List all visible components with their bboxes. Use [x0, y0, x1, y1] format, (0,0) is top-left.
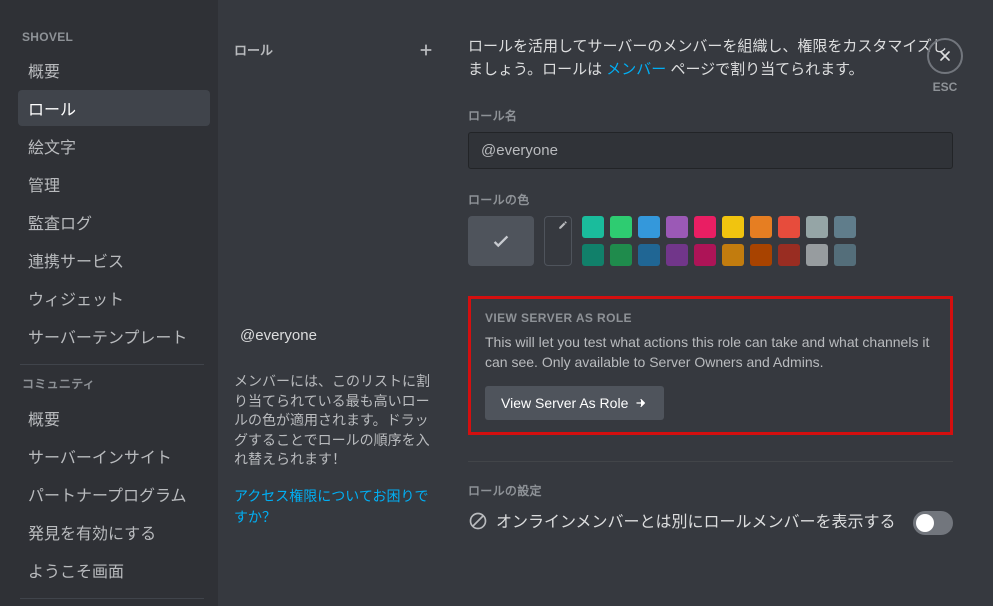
- color-preview: [468, 216, 534, 266]
- sidebar-header-community: コミュニティ: [18, 375, 210, 392]
- sidebar-item-template[interactable]: サーバーテンプレート: [18, 318, 210, 354]
- sidebar-header-server: SHOVEL: [18, 30, 210, 44]
- role-name-input[interactable]: [468, 132, 953, 169]
- color-swatch[interactable]: [806, 244, 828, 266]
- color-swatch[interactable]: [582, 244, 604, 266]
- sidebar-item-insights[interactable]: サーバーインサイト: [18, 438, 210, 474]
- color-swatch[interactable]: [750, 244, 772, 266]
- display-separately-label: オンラインメンバーとは別にロールメンバーを表示する: [468, 511, 899, 535]
- color-swatch[interactable]: [722, 216, 744, 238]
- role-name-label: ロール名: [468, 107, 953, 124]
- color-swatch[interactable]: [666, 244, 688, 266]
- color-swatch[interactable]: [806, 216, 828, 238]
- sidebar-item-integrations[interactable]: 連携サービス: [18, 242, 210, 278]
- members-link[interactable]: メンバー: [606, 61, 666, 78]
- sidebar: SHOVEL 概要 ロール 絵文字 管理 監査ログ 連携サービス ウィジェット …: [0, 0, 218, 606]
- role-everyone[interactable]: @everyone: [234, 319, 434, 352]
- view-as-role-section: VIEW SERVER AS ROLE This will let you te…: [468, 296, 953, 435]
- view-server-as-role-button[interactable]: View Server As Role: [485, 386, 664, 420]
- main-divider: [468, 461, 953, 462]
- add-role-icon[interactable]: [418, 42, 434, 58]
- prohibit-icon: [468, 511, 488, 531]
- display-separately-toggle[interactable]: [913, 511, 953, 535]
- close-area: ESC: [927, 38, 963, 94]
- sidebar-item-moderation[interactable]: 管理: [18, 166, 210, 202]
- view-as-role-desc: This will let you test what actions this…: [485, 333, 936, 372]
- color-swatch[interactable]: [638, 244, 660, 266]
- main-content: ロールを活用してサーバーのメンバーを組織し、権限をカスタマイズしましょう。ロール…: [450, 0, 993, 606]
- color-swatch[interactable]: [610, 244, 632, 266]
- permissions-help-link[interactable]: アクセス権限についてお困りですか？: [234, 486, 434, 528]
- color-swatch[interactable]: [582, 216, 604, 238]
- color-swatches: [582, 216, 856, 266]
- close-label: ESC: [933, 80, 958, 94]
- sidebar-item-discovery[interactable]: 発見を有効にする: [18, 514, 210, 550]
- color-swatch[interactable]: [638, 216, 660, 238]
- view-as-role-heading: VIEW SERVER AS ROLE: [485, 311, 936, 325]
- roles-title: ロール: [234, 40, 273, 59]
- sidebar-item-comm-overview[interactable]: 概要: [18, 400, 210, 436]
- color-swatch[interactable]: [666, 216, 688, 238]
- color-swatch[interactable]: [610, 216, 632, 238]
- sidebar-item-widget[interactable]: ウィジェット: [18, 280, 210, 316]
- color-swatch[interactable]: [750, 216, 772, 238]
- color-swatch[interactable]: [694, 216, 716, 238]
- roles-column: ロール @everyone メンバーには、このリストに割り当てられている最も高い…: [218, 0, 450, 606]
- sidebar-divider: [20, 364, 204, 365]
- color-swatch[interactable]: [778, 216, 800, 238]
- color-picker-button[interactable]: [544, 216, 572, 266]
- role-color-label: ロールの色: [468, 191, 953, 208]
- color-swatch[interactable]: [834, 216, 856, 238]
- sidebar-item-welcome[interactable]: ようこそ画面: [18, 552, 210, 588]
- sidebar-divider-2: [20, 598, 204, 599]
- role-settings-label: ロールの設定: [468, 482, 953, 499]
- sidebar-item-overview[interactable]: 概要: [18, 52, 210, 88]
- color-swatch[interactable]: [694, 244, 716, 266]
- color-swatch[interactable]: [778, 244, 800, 266]
- roles-hint: メンバーには、このリストに割り当てられている最も高いロールの色が適用されます。ド…: [234, 372, 434, 470]
- color-swatch[interactable]: [834, 244, 856, 266]
- intro-text: ロールを活用してサーバーのメンバーを組織し、権限をカスタマイズしましょう。ロール…: [468, 36, 953, 81]
- sidebar-item-roles[interactable]: ロール: [18, 90, 210, 126]
- color-swatch[interactable]: [722, 244, 744, 266]
- sidebar-item-partner[interactable]: パートナープログラム: [18, 476, 210, 512]
- sidebar-item-audit[interactable]: 監査ログ: [18, 204, 210, 240]
- close-button[interactable]: [927, 38, 963, 74]
- sidebar-item-emoji[interactable]: 絵文字: [18, 128, 210, 164]
